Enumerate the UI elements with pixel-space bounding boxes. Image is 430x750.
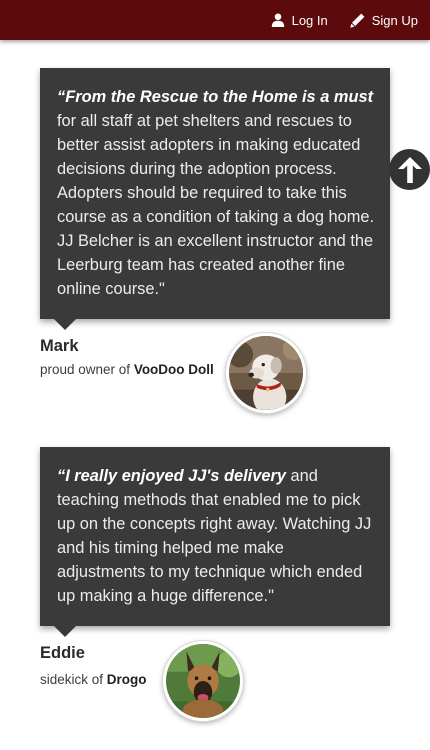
dog-photo-icon [166, 644, 240, 718]
testimonial-author: Mark proud owner of VooDoo Doll [40, 319, 390, 413]
pet-name: Drogo [106, 672, 147, 687]
pencil-icon [350, 13, 365, 28]
login-link[interactable]: Log In [271, 13, 328, 28]
quote-highlight: “I really enjoyed JJ's delivery [57, 467, 286, 485]
signup-link[interactable]: Sign Up [350, 13, 418, 28]
quote-text: and teaching methods that enabled me to … [57, 467, 372, 605]
quote-bubble: “From the Rescue to the Home is a must f… [40, 68, 390, 330]
user-icon [271, 13, 284, 27]
testimonial-mark: “From the Rescue to the Home is a must f… [40, 68, 390, 413]
quote-highlight: “From the Rescue to the Home is a must [57, 88, 374, 106]
avatar-dog-voodoo [226, 333, 306, 413]
author-name: Eddie [40, 644, 85, 662]
author-name: Mark [40, 337, 79, 355]
signup-label: Sign Up [371, 12, 418, 28]
top-navigation-bar: Log In Sign Up [0, 0, 430, 40]
author-description: proud owner of VooDoo Doll [40, 361, 215, 378]
author-description: sidekick of Drogo [40, 671, 170, 688]
quote-text: for all staff at pet shelters and rescue… [57, 112, 375, 298]
arrow-up-icon [397, 156, 422, 183]
testimonial-author: Eddie sidekick of Drogo [40, 626, 390, 721]
author-relation: proud owner of [40, 362, 134, 377]
author-relation: sidekick of [40, 672, 107, 687]
quote-bubble: “I really enjoyed JJ's delivery and teac… [40, 447, 390, 637]
login-label: Log In [291, 12, 328, 28]
pet-name: VooDoo Doll [133, 362, 214, 377]
scroll-to-top-button[interactable] [389, 149, 430, 190]
dog-photo-icon [229, 336, 303, 410]
testimonial-eddie: “I really enjoyed JJ's delivery and teac… [40, 447, 390, 721]
avatar-dog-drogo [163, 641, 243, 721]
